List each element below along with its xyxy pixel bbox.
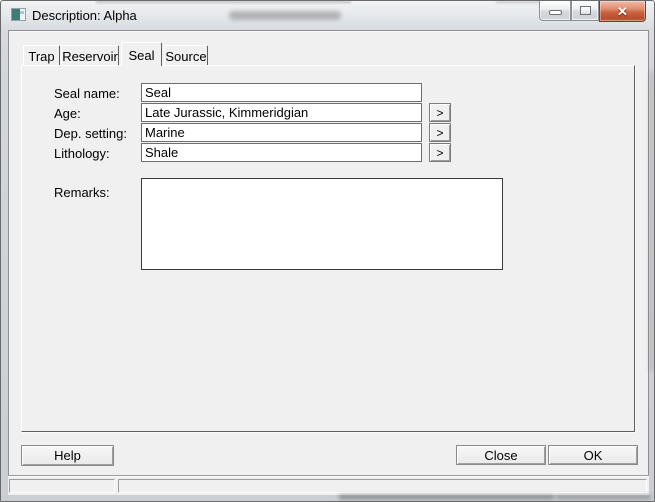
- background-window-artifact: [96, 1, 351, 3]
- status-bar: [8, 475, 649, 495]
- remarks-textarea[interactable]: [141, 178, 503, 270]
- seal-name-input[interactable]: [141, 83, 422, 102]
- ok-button[interactable]: OK: [548, 445, 638, 465]
- background-window-artifact: [556, 495, 651, 499]
- dep-setting-picker-button[interactable]: >: [429, 123, 451, 142]
- close-dialog-button[interactable]: Close: [456, 445, 546, 465]
- field-label-age: Age:: [54, 106, 81, 121]
- minimize-button[interactable]: [539, 1, 571, 21]
- status-pane-right: [118, 479, 647, 493]
- tab-source[interactable]: Source: [164, 45, 208, 65]
- field-label-remarks: Remarks:: [54, 185, 110, 200]
- background-window-artifact: [339, 495, 554, 499]
- maximize-icon: [580, 6, 591, 15]
- field-label-dep-setting: Dep. setting:: [54, 126, 127, 141]
- background-window-artifact: [229, 11, 341, 20]
- tab-trap[interactable]: Trap: [23, 45, 60, 65]
- lithology-picker-button[interactable]: >: [429, 143, 451, 162]
- field-label-seal-name: Seal name:: [54, 86, 120, 101]
- minimize-icon: [549, 10, 562, 15]
- close-icon: ✕: [617, 5, 628, 18]
- status-pane-left: [9, 479, 115, 493]
- close-button[interactable]: ✕: [599, 1, 646, 22]
- field-label-lithology: Lithology:: [54, 146, 110, 161]
- background-window-artifact: [649, 71, 654, 371]
- help-button[interactable]: Help: [21, 445, 114, 466]
- tab-seal[interactable]: Seal: [121, 42, 162, 66]
- tab-reservoir[interactable]: Reservoir: [61, 45, 119, 65]
- dialog-window: Description: Alpha ✕ Trap Reservoir Seal…: [0, 0, 655, 502]
- app-icon-detail: [20, 11, 24, 14]
- dep-setting-input[interactable]: [141, 123, 422, 142]
- maximize-button[interactable]: [571, 1, 599, 21]
- age-input[interactable]: [141, 103, 422, 122]
- app-icon: [11, 8, 26, 21]
- titlebar[interactable]: Description: Alpha ✕: [1, 1, 654, 30]
- age-picker-button[interactable]: >: [429, 103, 451, 122]
- lithology-input[interactable]: [141, 143, 422, 162]
- window-title: Description: Alpha: [32, 8, 137, 23]
